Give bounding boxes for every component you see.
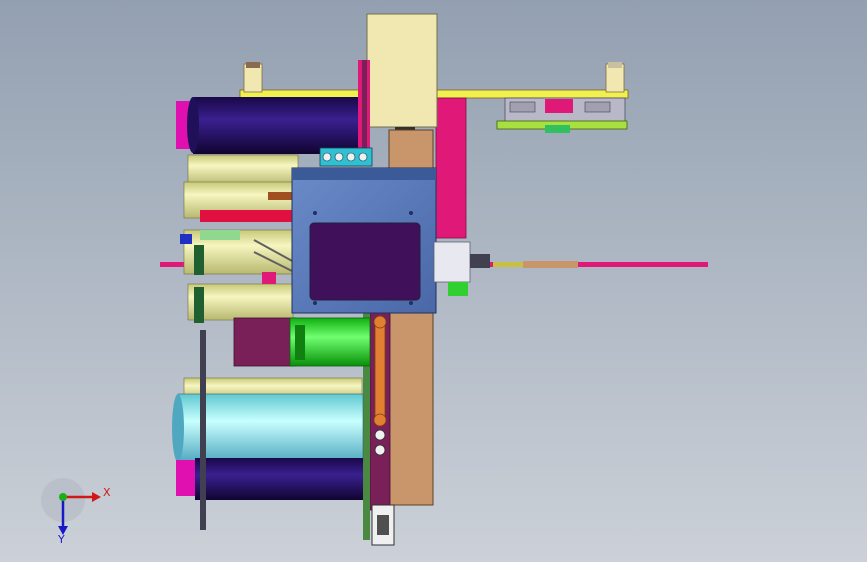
cad-viewport[interactable]: X Y	[0, 0, 867, 562]
assembly-drawing[interactable]: X Y	[0, 0, 867, 562]
terminal-block[interactable]	[319, 147, 373, 167]
axis-triad: X Y	[41, 478, 111, 546]
upper-navy-cylinder[interactable]	[176, 60, 370, 160]
pink-side-plate[interactable]	[435, 97, 467, 239]
top-cream-housing[interactable]	[366, 13, 438, 128]
bottom-bracket[interactable]	[371, 504, 395, 546]
linear-guide[interactable]	[496, 97, 628, 133]
copper-rod[interactable]	[373, 315, 387, 456]
side-connector[interactable]	[433, 241, 490, 296]
middle-yellow-cylinders[interactable]	[180, 154, 299, 323]
y-axis-label: Y	[57, 533, 65, 546]
green-motor[interactable]	[289, 317, 371, 367]
maroon-plate[interactable]	[233, 317, 297, 367]
central-control-box[interactable]	[291, 167, 437, 314]
x-axis-label: X	[103, 486, 111, 499]
left-shaft[interactable]	[200, 330, 206, 530]
